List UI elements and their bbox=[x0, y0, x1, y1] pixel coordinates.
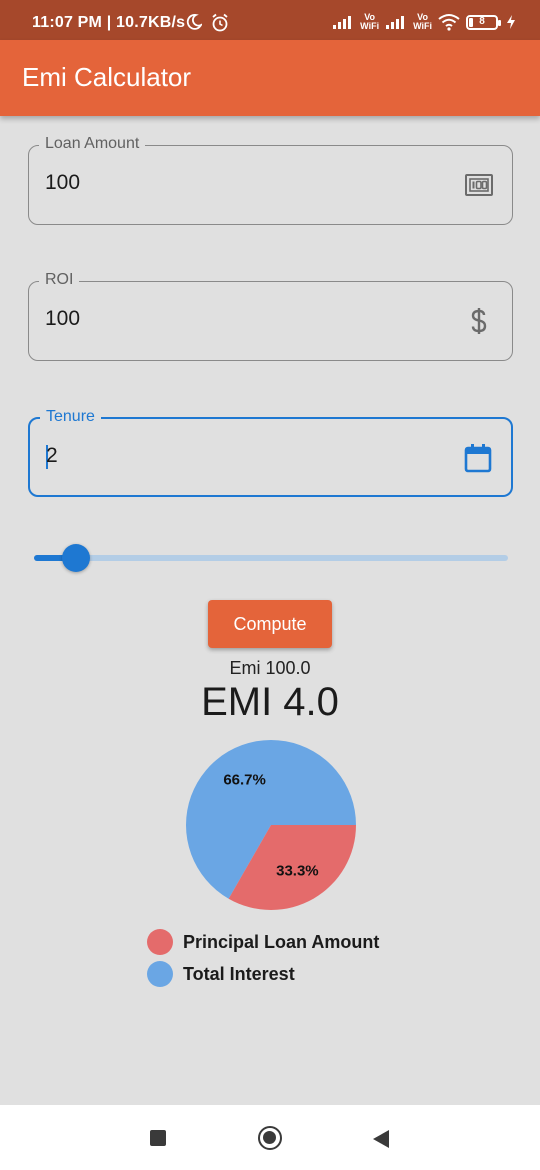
status-bar: 11:07 PM | 10.7KB/s Vo WiFi Vo WiFi 8 bbox=[0, 0, 540, 40]
compute-button[interactable]: Compute bbox=[208, 600, 332, 648]
legend-swatch bbox=[147, 929, 173, 955]
roi-field[interactable]: ROI 100 bbox=[28, 271, 513, 361]
roi-label: ROI bbox=[39, 271, 80, 289]
tenure-field[interactable]: Tenure 2 bbox=[28, 408, 513, 497]
calendar-icon bbox=[463, 443, 493, 473]
legend-label: Principal Loan Amount bbox=[183, 931, 380, 952]
wifi-label: WiFi bbox=[360, 21, 380, 31]
money-icon bbox=[464, 170, 494, 200]
battery-level: 8 bbox=[479, 15, 485, 27]
charging-icon bbox=[507, 15, 515, 29]
recents-button[interactable] bbox=[150, 1130, 166, 1146]
tenure-value[interactable]: 2 bbox=[46, 444, 58, 468]
legend-item: Total Interest bbox=[147, 958, 379, 990]
tenure-slider-track[interactable] bbox=[34, 555, 508, 561]
chart-legend: Principal Loan Amount Total Interest bbox=[147, 926, 379, 990]
alarm-icon bbox=[212, 13, 228, 32]
pie-chart: 66.7% 33.3% bbox=[186, 740, 356, 910]
tenure-label: Tenure bbox=[40, 408, 101, 426]
dollar-icon bbox=[464, 306, 494, 336]
loan-amount-label: Loan Amount bbox=[39, 135, 146, 153]
status-indicators: Vo WiFi Vo WiFi 8 bbox=[332, 12, 516, 32]
volte-wifi-indicator: Vo WiFi bbox=[413, 13, 432, 31]
tenure-slider-thumb[interactable] bbox=[62, 544, 90, 572]
signal-icon bbox=[333, 16, 352, 29]
signal-icon bbox=[386, 16, 405, 29]
navigation-bar bbox=[0, 1105, 540, 1170]
legend-item: Principal Loan Amount bbox=[147, 926, 379, 958]
emi-small-text: Emi 100.0 bbox=[229, 658, 311, 678]
pie-label-principal-loan-amount: 33.3% bbox=[276, 863, 319, 880]
page-title: Emi Calculator bbox=[22, 62, 192, 92]
roi-value[interactable]: 100 bbox=[45, 307, 80, 331]
legend-swatch bbox=[147, 961, 173, 987]
wifi-icon bbox=[438, 14, 460, 31]
pie-label-total-interest: 66.7% bbox=[223, 771, 266, 788]
legend-label: Total Interest bbox=[183, 963, 295, 984]
home-button[interactable] bbox=[258, 1126, 282, 1150]
app-bar: Emi Calculator bbox=[0, 40, 540, 116]
status-time: 11:07 PM | 10.7KB/s bbox=[32, 14, 186, 31]
moon-icon bbox=[186, 14, 202, 30]
volte-wifi-indicator: Vo WiFi bbox=[360, 13, 379, 31]
battery-icon: 8 bbox=[466, 14, 501, 30]
loan-amount-value[interactable]: 100 bbox=[45, 171, 80, 195]
emi-result: EMI 4.0 bbox=[201, 680, 339, 724]
back-button[interactable] bbox=[372, 1129, 390, 1149]
loan-amount-field[interactable]: Loan Amount 100 bbox=[28, 135, 513, 225]
wifi-label: WiFi bbox=[413, 21, 432, 31]
